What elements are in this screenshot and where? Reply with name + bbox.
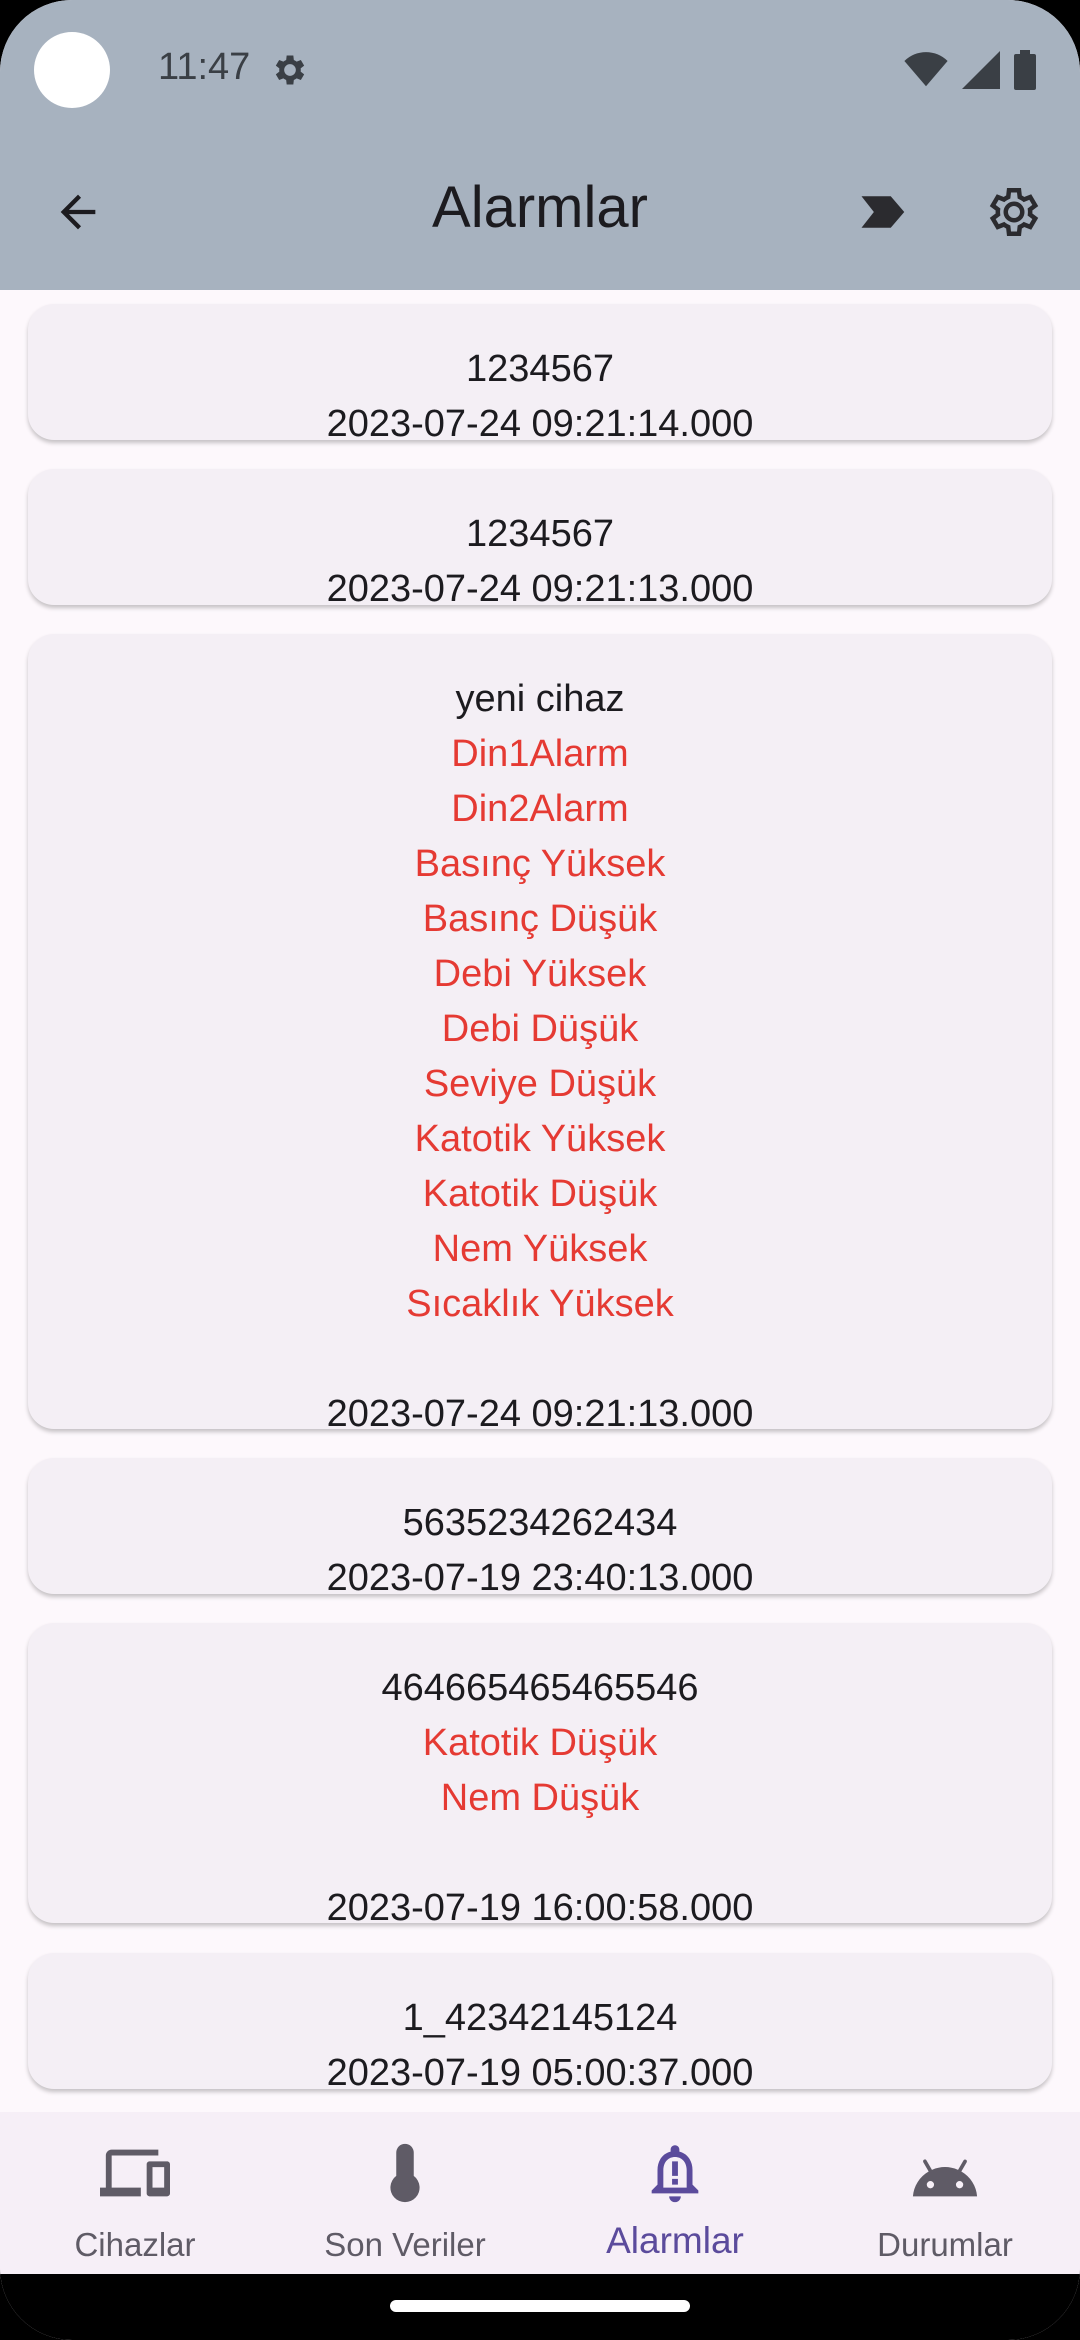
- nav-label: Durumlar: [877, 2226, 1013, 2263]
- nav-label: Son Veriler: [324, 2226, 486, 2263]
- nav-label: Alarmlar: [606, 2220, 744, 2261]
- device-name: 464665465465546: [381, 1667, 699, 1709]
- top-app-bar: 11:47 Alarmlar: [0, 0, 1080, 290]
- device-name: 1_42342145124: [402, 1997, 678, 2039]
- bottom-navigation: Cihazlar Son Veriler Alarmlar Durumlar: [0, 2112, 1080, 2274]
- nav-label: Cihazlar: [74, 2226, 196, 2263]
- camera-cutout: [34, 32, 110, 108]
- alarm-card[interactable]: 1_42342145124 2023-07-19 05:00:37.000: [28, 1953, 1052, 2094]
- alarm-item: Debi Düşük: [441, 1008, 639, 1050]
- alarm-item: Basınç Yüksek: [414, 843, 666, 885]
- device-name: yeni cihaz: [455, 678, 625, 720]
- status-time: 11:47: [158, 46, 251, 88]
- alarm-item: Sıcaklık Yüksek: [406, 1283, 674, 1325]
- battery-icon: [1014, 50, 1036, 90]
- alarm-item: Basınç Düşük: [422, 898, 658, 940]
- phone-screen: 11:47 Alarmlar 1234567 2023-07-24 09:21:…: [0, 0, 1080, 2340]
- nav-durumlar[interactable]: Durumlar: [810, 2112, 1080, 2274]
- alarm-card[interactable]: 464665465465546 Katotik Düşük Nem Düşük 202…: [28, 1623, 1052, 1929]
- alarm-timestamp: 2023-07-24 09:21:14.000: [326, 403, 754, 445]
- alarm-item: Seviye Düşük: [423, 1063, 657, 1105]
- label-icon: [861, 196, 905, 228]
- alarm-item: Din2Alarm: [451, 788, 629, 830]
- settings-button[interactable]: [974, 172, 1054, 252]
- alarm-card[interactable]: 5635234262434 2023-07-19 23:40:13.000: [28, 1458, 1052, 1599]
- thermometer-icon: [390, 2143, 420, 2203]
- alarm-item: Katotik Yüksek: [414, 1118, 666, 1160]
- alarm-item: Katotik Düşük: [422, 1173, 658, 1215]
- nav-son-veriler[interactable]: Son Veriler: [270, 2112, 540, 2274]
- cell-signal-icon: [962, 51, 1000, 89]
- gear-icon: [275, 55, 305, 85]
- wifi-icon: [904, 52, 948, 87]
- alarm-card[interactable]: 1234567 2023-07-24 09:21:14.000: [28, 304, 1052, 445]
- alarm-timestamp: 2023-07-19 16:00:58.000: [326, 1887, 754, 1929]
- home-indicator[interactable]: [390, 2300, 690, 2312]
- nav-cihazlar[interactable]: Cihazlar: [0, 2112, 270, 2274]
- alarm-card[interactable]: yeni cihaz Din1Alarm Din2Alarm Basınç Yükse…: [28, 634, 1052, 1435]
- device-name: 5635234262434: [402, 1502, 678, 1544]
- alarm-item: Nem Düşük: [440, 1777, 640, 1819]
- nav-alarmlar[interactable]: Alarmlar: [540, 2112, 810, 2274]
- status-icons: [904, 48, 1036, 92]
- alarm-item: Nem Yüksek: [432, 1228, 648, 1270]
- alarm-item: Din1Alarm: [451, 733, 629, 775]
- android-icon: [912, 2159, 978, 2197]
- device-name: 1234567: [466, 513, 614, 555]
- alarm-card[interactable]: 1234567 2023-07-24 09:21:13.000: [28, 469, 1052, 610]
- devices-icon: [100, 2149, 170, 2197]
- label-button[interactable]: [844, 172, 924, 252]
- alarm-timestamp: 2023-07-24 09:21:13.000: [326, 568, 754, 610]
- alarm-timestamp: 2023-07-24 09:21:13.000: [326, 1393, 754, 1435]
- alarm-item: Katotik Düşük: [422, 1722, 658, 1764]
- alarm-timestamp: 2023-07-19 05:00:37.000: [326, 2052, 754, 2094]
- alarm-list[interactable]: 1234567 2023-07-24 09:21:14.000 1234567 202…: [0, 290, 1080, 2112]
- alarm-bell-icon: [651, 2145, 699, 2203]
- alarm-item: Debi Yüksek: [433, 953, 647, 995]
- settings-icon: [989, 188, 1039, 236]
- device-name: 1234567: [466, 348, 614, 390]
- alarm-timestamp: 2023-07-19 23:40:13.000: [326, 1557, 754, 1599]
